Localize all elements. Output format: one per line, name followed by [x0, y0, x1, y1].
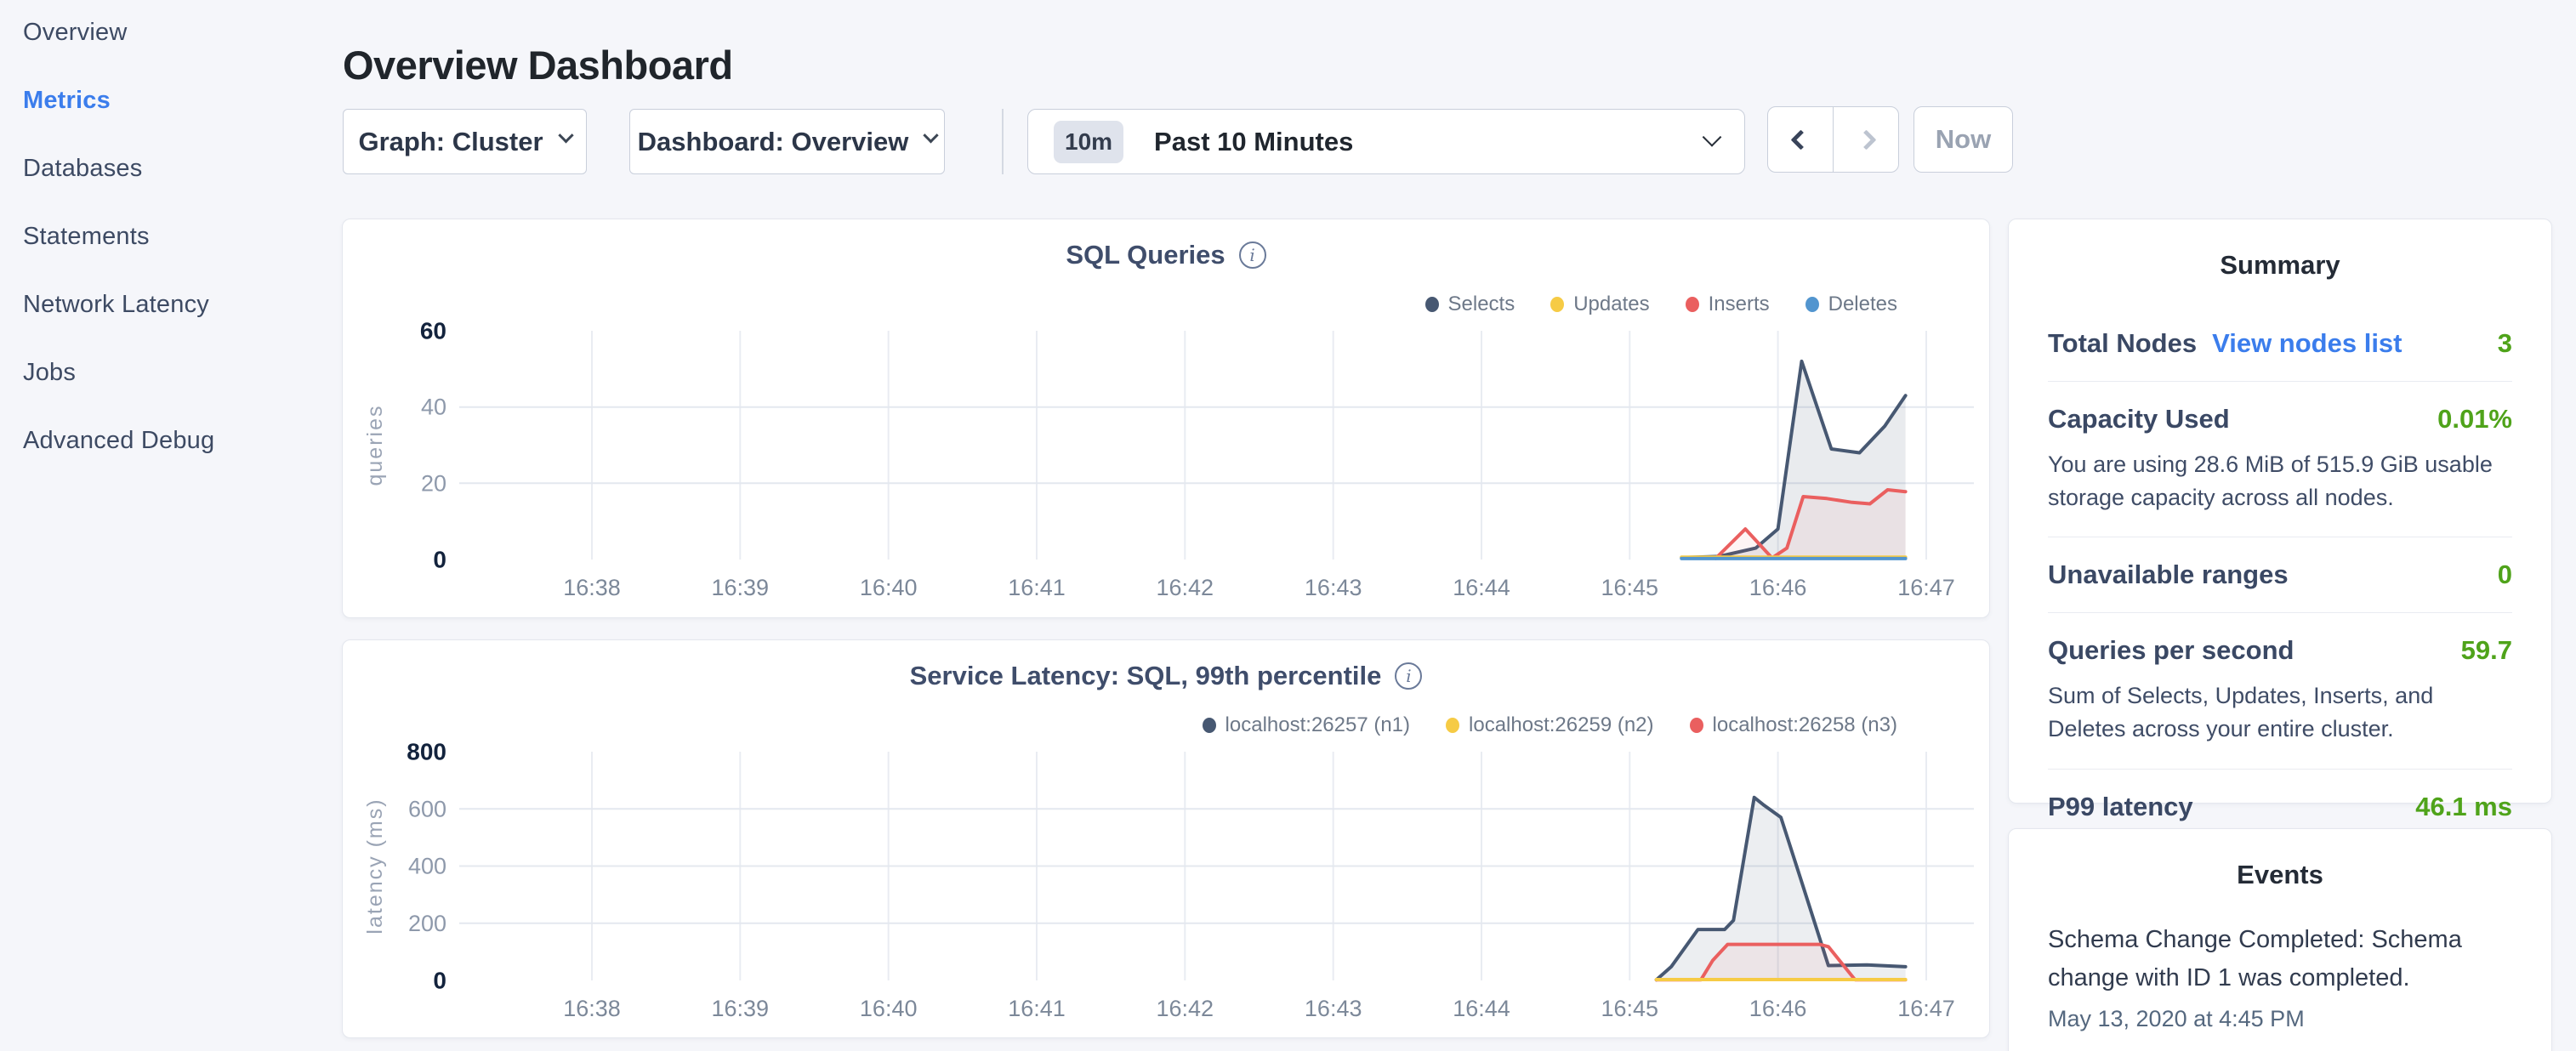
svg-text:16:39: 16:39	[712, 996, 770, 1021]
svg-text:0: 0	[433, 968, 446, 994]
summary-row-label: Total Nodes	[2048, 328, 2197, 359]
svg-text:16:38: 16:38	[563, 996, 621, 1021]
summary-rows: Total Nodes View nodes list 3 Capacity U…	[2048, 306, 2512, 844]
svg-text:16:45: 16:45	[1601, 575, 1659, 600]
summary-row: Unavailable ranges 0	[2048, 537, 2512, 612]
summary-heading: Summary	[2009, 250, 2551, 281]
chevron-down-icon	[1703, 128, 1722, 147]
event-timestamp: May 13, 2020 at 4:45 PM	[2048, 1006, 2512, 1032]
time-range-label: Past 10 Minutes	[1154, 127, 1353, 157]
svg-text:latency (ms): latency (ms)	[363, 798, 387, 934]
controls-divider	[1002, 109, 1004, 174]
svg-text:600: 600	[408, 796, 446, 821]
chevron-left-icon	[1790, 129, 1811, 150]
summary-row-label: P99 latency	[2048, 792, 2193, 822]
svg-text:queries: queries	[363, 405, 387, 486]
service-latency-chart-panel: Service Latency: SQL, 99th percentile i …	[342, 639, 1990, 1038]
chevron-down-icon	[924, 128, 939, 143]
dashboard-dropdown-label: Dashboard: Overview	[638, 127, 909, 157]
svg-text:16:40: 16:40	[860, 996, 918, 1021]
summary-row-label: Capacity Used	[2048, 404, 2230, 435]
svg-text:16:44: 16:44	[1453, 996, 1510, 1021]
summary-row: Total Nodes View nodes list 3	[2048, 306, 2512, 381]
summary-row: Capacity Used 0.01% You are using 28.6 M…	[2048, 381, 2512, 537]
svg-text:16:47: 16:47	[1897, 996, 1955, 1021]
svg-text:800: 800	[407, 739, 446, 765]
time-back-button[interactable]	[1768, 107, 1834, 172]
events-heading: Events	[2009, 860, 2551, 890]
svg-text:20: 20	[421, 470, 446, 496]
summary-row-description: You are using 28.6 MiB of 515.9 GiB usab…	[2048, 448, 2512, 514]
svg-text:16:39: 16:39	[712, 575, 770, 600]
graph-dropdown-label: Graph: Cluster	[358, 127, 543, 157]
events-panel: Events Schema Change Completed: Schema c…	[2008, 828, 2552, 1051]
svg-text:16:43: 16:43	[1305, 575, 1362, 600]
time-range-dropdown[interactable]: 10m Past 10 Minutes	[1027, 109, 1745, 174]
summary-row-description: Sum of Selects, Updates, Inserts, and De…	[2048, 679, 2512, 746]
svg-text:16:44: 16:44	[1453, 575, 1510, 600]
chart-canvas: 16:38 16:39 16:40 16:41 16:42 16:43 16:44 16:45…	[343, 219, 1991, 619]
event-item: Schema Change Completed: Schema change w…	[2048, 921, 2512, 1032]
svg-text:16:40: 16:40	[860, 575, 918, 600]
svg-text:40: 40	[421, 395, 446, 420]
view-nodes-link[interactable]: View nodes list	[2212, 328, 2402, 359]
svg-text:200: 200	[408, 911, 446, 936]
svg-text:0: 0	[433, 547, 446, 573]
now-button[interactable]: Now	[1914, 106, 2013, 173]
summary-row-value: 46.1 ms	[2415, 792, 2512, 822]
sidebar-item[interactable]: Network Latency	[23, 293, 336, 316]
svg-text:16:47: 16:47	[1897, 575, 1955, 600]
time-range-badge: 10m	[1054, 121, 1123, 163]
sidebar-item[interactable]: Databases	[23, 156, 336, 180]
event-text: Schema Change Completed: Schema change w…	[2048, 921, 2512, 997]
svg-text:16:38: 16:38	[563, 575, 621, 600]
summary-row-value: 3	[2498, 328, 2512, 359]
sidebar-item[interactable]: Jobs	[23, 361, 336, 384]
summary-row-value: 59.7	[2461, 635, 2512, 666]
time-forward-button[interactable]	[1834, 107, 1898, 172]
chevron-down-icon	[558, 128, 573, 143]
graph-dropdown[interactable]: Graph: Cluster	[343, 109, 587, 174]
svg-text:16:45: 16:45	[1601, 996, 1659, 1021]
svg-text:16:41: 16:41	[1008, 575, 1066, 600]
summary-row-label: Unavailable ranges	[2048, 560, 2289, 590]
summary-row-value: 0	[2498, 560, 2512, 590]
sql-queries-chart-panel: SQL Queries i Selects Updates Inserts De…	[342, 219, 1990, 618]
summary-panel: Summary Total Nodes View nodes list 3 Ca…	[2008, 219, 2552, 804]
dashboard-dropdown[interactable]: Dashboard: Overview	[629, 109, 945, 174]
svg-text:400: 400	[408, 854, 446, 879]
sidebar-item[interactable]: Metrics	[23, 88, 336, 112]
svg-text:60: 60	[420, 318, 446, 344]
sidebar-item[interactable]: Statements	[23, 224, 336, 248]
events-list: Schema Change Completed: Schema change w…	[2009, 921, 2551, 1032]
svg-text:16:43: 16:43	[1305, 996, 1362, 1021]
chart-canvas: 16:38 16:39 16:40 16:41 16:42 16:43 16:44 16:45…	[343, 640, 1991, 1039]
summary-row: Queries per second 59.7 Sum of Selects, …	[2048, 612, 2512, 768]
sidebar-item[interactable]: Advanced Debug	[23, 429, 336, 452]
time-step-buttons	[1767, 106, 1899, 173]
svg-text:16:41: 16:41	[1008, 996, 1066, 1021]
sidebar-item[interactable]: Overview	[23, 20, 336, 44]
chevron-right-icon	[1856, 129, 1876, 150]
sidebar-nav: Overview Metrics Databases Statements Networ…	[0, 0, 336, 497]
svg-text:16:42: 16:42	[1157, 996, 1214, 1021]
svg-text:16:46: 16:46	[1749, 575, 1807, 600]
svg-text:16:46: 16:46	[1749, 996, 1807, 1021]
summary-row-value: 0.01%	[2437, 404, 2512, 435]
page-title: Overview Dashboard	[343, 42, 733, 88]
summary-row-label: Queries per second	[2048, 635, 2294, 666]
svg-text:16:42: 16:42	[1157, 575, 1214, 600]
